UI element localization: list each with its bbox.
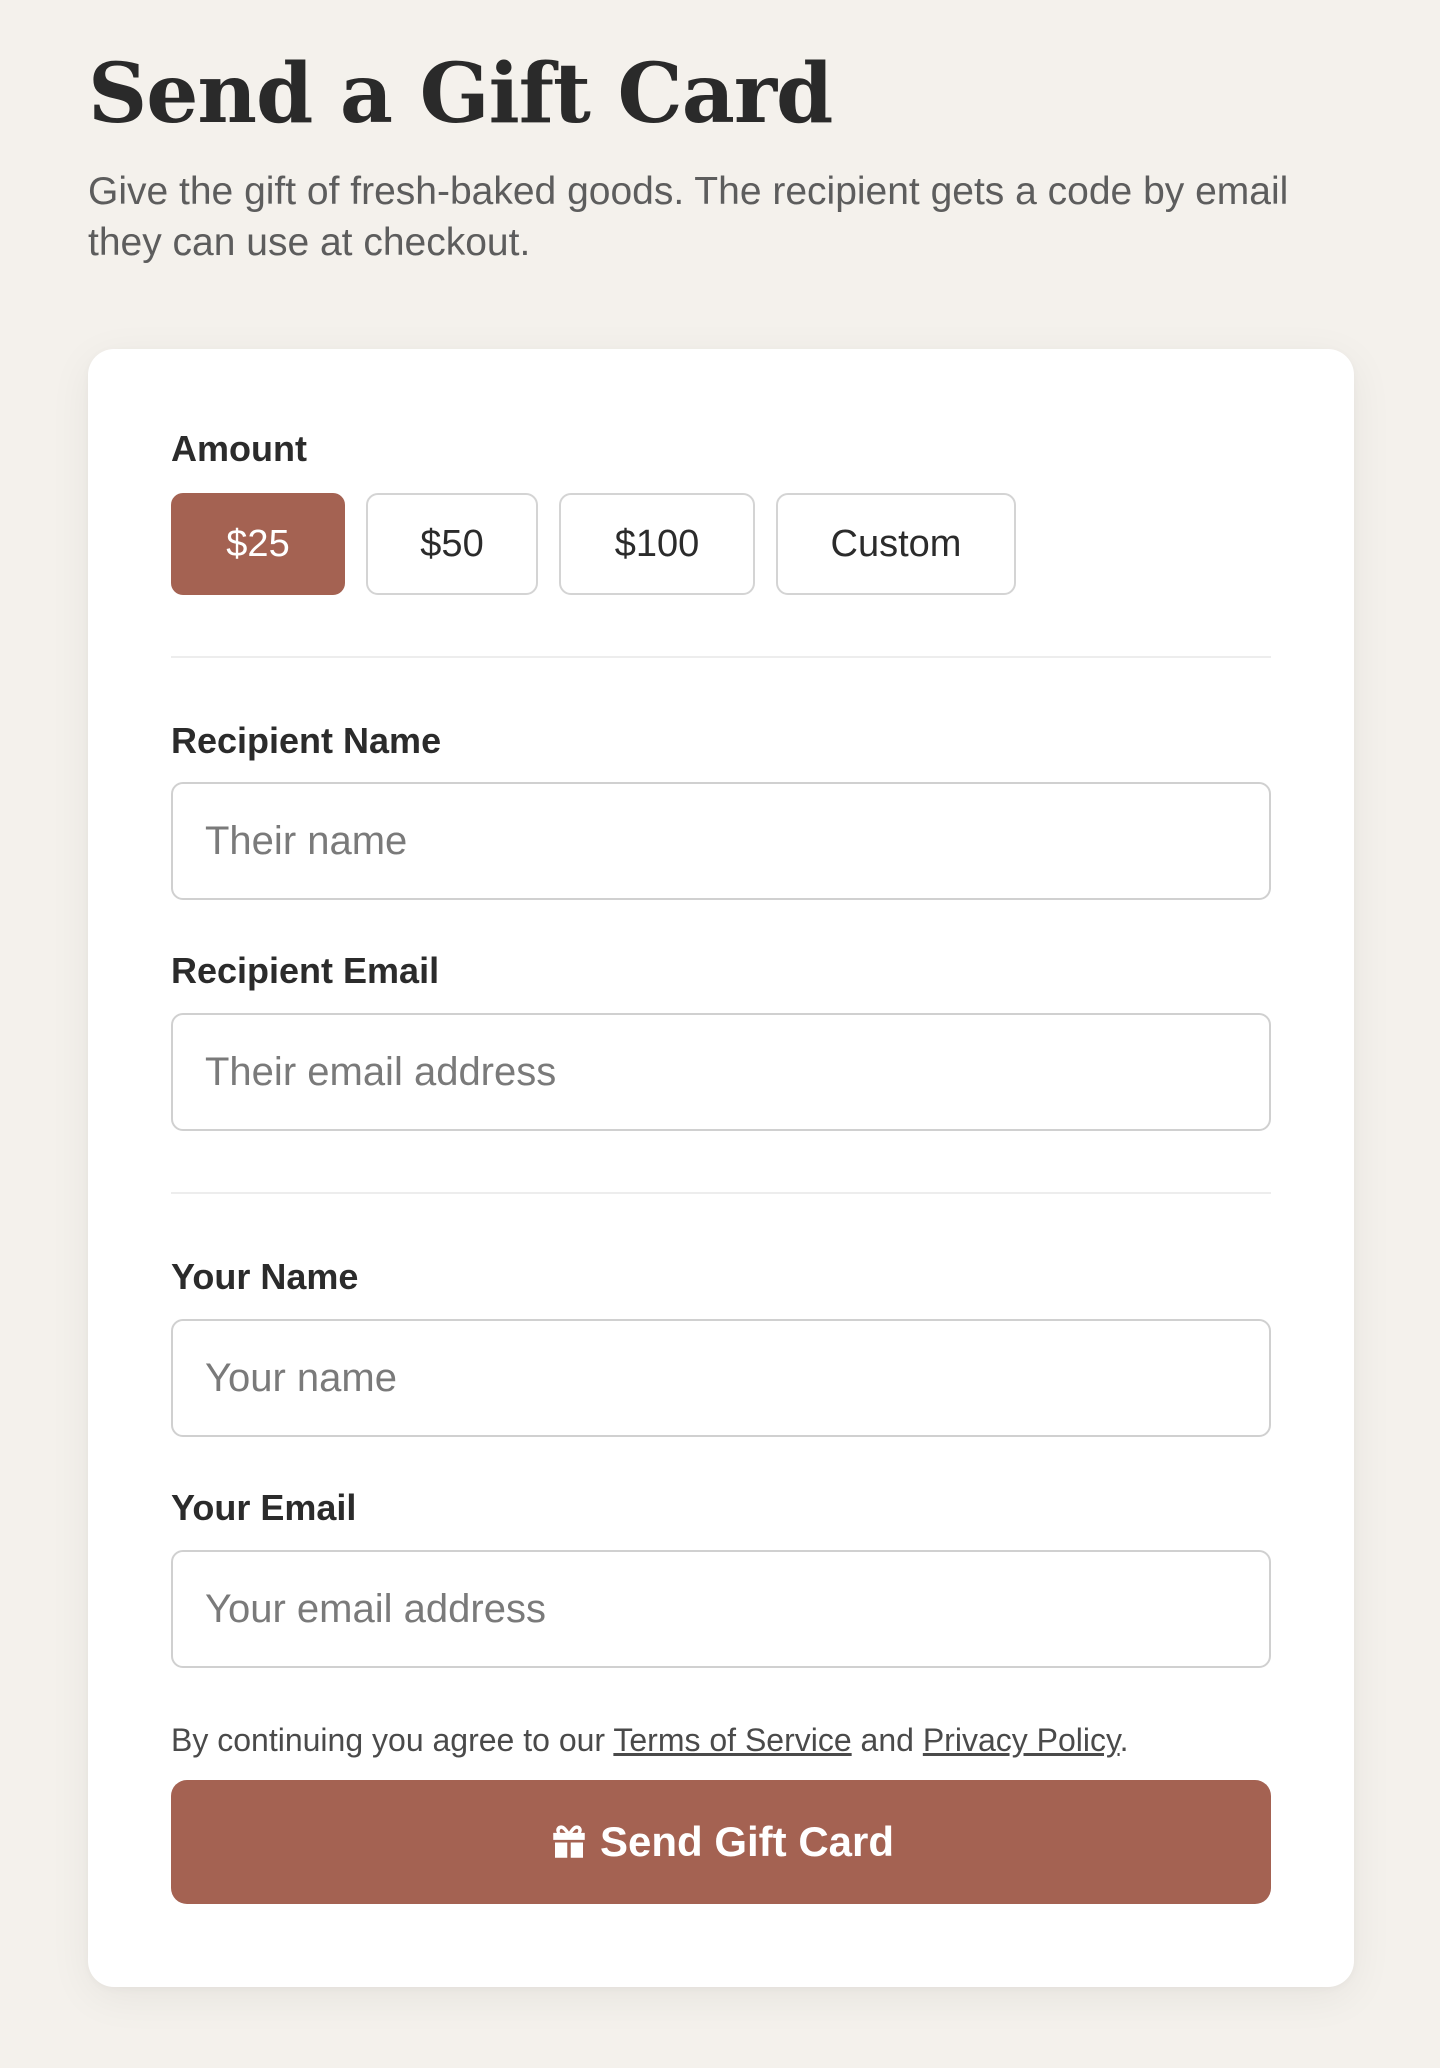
amount-option-50[interactable]: $50 [366,493,538,595]
terms-suffix: . [1119,1722,1129,1758]
sender-name-input[interactable] [171,1319,1271,1437]
amount-option-100[interactable]: $100 [559,493,755,595]
recipient-email-label: Recipient Email [171,950,440,991]
terms-middle: and [851,1722,923,1758]
terms-prefix: By continuing you agree to our [171,1722,614,1758]
page-title: Send a Gift Card [88,46,833,142]
recipient-email-input[interactable] [171,1013,1271,1131]
amount-options: $25 $50 $100 Custom [171,493,1016,595]
page-subtitle: Give the gift of fresh-baked goods. The … [88,170,1289,264]
gift-card-page: Send a Gift Card Give the gift of fresh-… [0,0,1440,2068]
send-gift-card-button[interactable]: Send Gift Card [171,1780,1271,1904]
section-divider [171,656,1271,658]
send-gift-card-label: Send Gift Card [599,1818,895,1865]
terms-of-service-link[interactable]: Terms of Service [613,1722,851,1758]
amount-option-25[interactable]: $25 [171,493,345,595]
recipient-name-label: Recipient Name [171,720,442,761]
gift-icon [548,1821,590,1863]
amount-option-custom[interactable]: Custom [776,493,1016,595]
terms-notice: By continuing you agree to our Terms of … [171,1719,1129,1761]
sender-name-label: Your Name [171,1256,359,1297]
sender-email-input[interactable] [171,1550,1271,1668]
recipient-name-input[interactable] [171,782,1271,900]
amount-label: Amount [171,428,307,469]
sender-email-label: Your Email [171,1487,357,1528]
gift-card-form: Amount $25 $50 $100 Custom Recipient Nam… [88,349,1354,1987]
privacy-policy-link[interactable]: Privacy Policy [923,1722,1120,1758]
section-divider [171,1192,1271,1194]
